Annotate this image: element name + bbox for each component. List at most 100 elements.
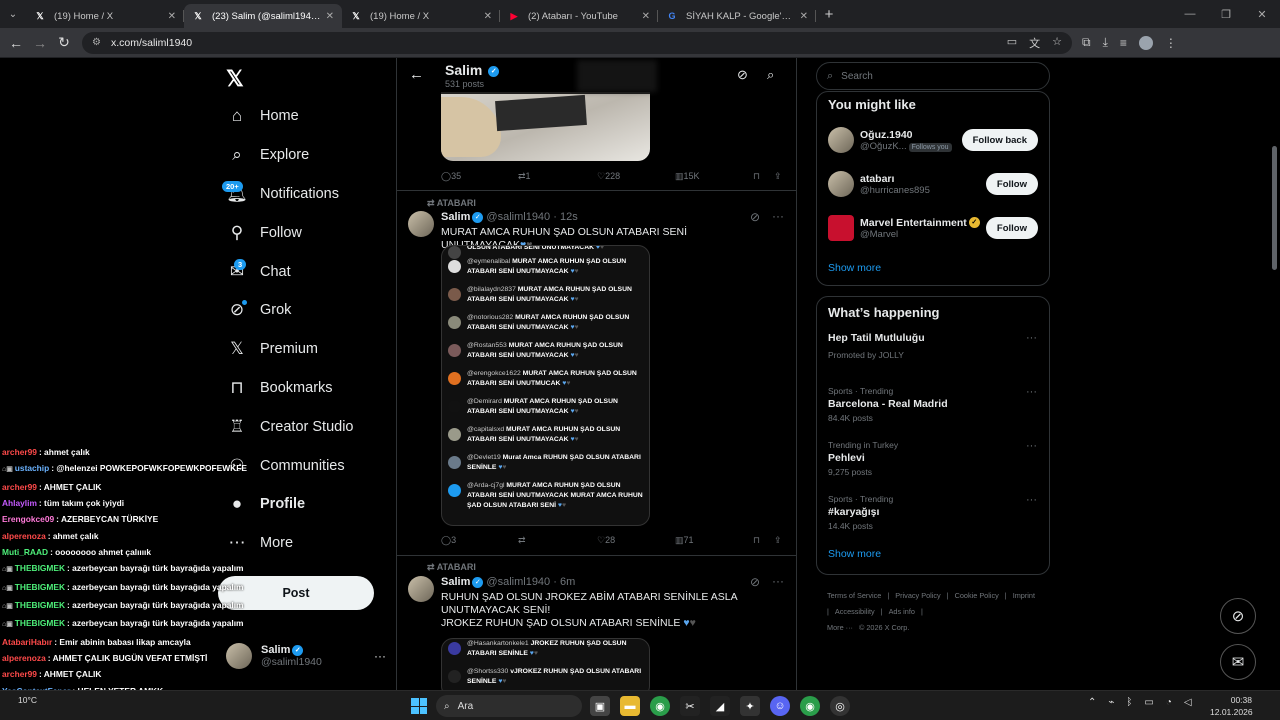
nav-item-chat[interactable]: ✉ Chat 3 (222, 252, 392, 291)
tab-search-icon[interactable]: ⌄ (0, 0, 26, 28)
bookmark-icon[interactable]: ⊓ (753, 171, 760, 182)
profile-avatar[interactable] (1138, 35, 1153, 50)
suggested-account[interactable]: atabarı @hurricanes895 Follow (817, 162, 1049, 206)
back-arrow-icon[interactable]: ← (409, 66, 424, 83)
forward-icon[interactable]: → (28, 35, 52, 51)
nav-item-home[interactable]: ⌂ Home (222, 97, 392, 136)
discord-icon[interactable]: ☺ (770, 696, 790, 716)
chrome-menu-icon[interactable]: ⋮ (1165, 36, 1177, 50)
tweet-author[interactable]: Salim (441, 211, 470, 223)
close-window-icon[interactable]: ✕ (1244, 8, 1280, 21)
extensions-icon[interactable]: ⧉ (1082, 35, 1091, 50)
trend-item[interactable]: Sports · Trending Barcelona - Real Madrid… (817, 386, 1049, 440)
media-image[interactable]: @Hasankartonkele1 JROKEZ RUHUN ŞAD OLSUN… (441, 638, 650, 690)
volume-icon[interactable]: ◁ (1184, 697, 1192, 708)
repost-button[interactable]: ⇄ (518, 535, 526, 546)
suggested-account[interactable]: Marvel Entertainment ✓ @Marvel Follow (817, 206, 1049, 250)
nav-item-grok[interactable]: ⊘ Grok (222, 291, 392, 330)
new-tab-button[interactable]: + (816, 4, 842, 28)
nav-item-follow[interactable]: ⚲ Follow (222, 213, 392, 252)
settings-icon[interactable]: ✦ (740, 696, 760, 716)
grok-icon[interactable]: ⊘ (737, 67, 748, 83)
taskbar-clock[interactable]: 00:38 12.01.2026 (1210, 694, 1253, 718)
show-more-link[interactable]: Show more (817, 250, 1049, 284)
views-count[interactable]: ▥ 15K (675, 171, 700, 182)
like-button[interactable]: ♡ 228 (597, 171, 620, 182)
trend-item[interactable]: Hep Tatil Mutluluğu Promoted by JOLLY ··· (817, 332, 1049, 386)
capcut-icon[interactable]: ✂ (680, 696, 700, 716)
show-more-link[interactable]: Show more (817, 548, 1049, 570)
close-tab-icon[interactable]: ✕ (484, 11, 492, 22)
footer-link[interactable]: Terms of Service (827, 591, 881, 600)
repost-button[interactable]: ⇄ 1 (518, 171, 531, 182)
chevron-up-icon[interactable]: ⌃ (1088, 697, 1096, 708)
x-logo-icon[interactable]: 𝕏 (226, 66, 244, 92)
nav-item-bookmarks[interactable]: ⊓ Bookmarks (222, 369, 392, 408)
reload-icon[interactable]: ↻ (52, 34, 76, 51)
nav-item-creator-studio[interactable]: ♖ Creator Studio (222, 407, 392, 446)
follow-button[interactable]: Follow back (961, 129, 1038, 151)
close-tab-icon[interactable]: ✕ (168, 11, 176, 22)
task-view-icon[interactable]: ▣ (590, 696, 610, 716)
nav-item-explore[interactable]: ⌕ Explore (222, 136, 392, 175)
cast-icon[interactable]: ▭ (1007, 35, 1017, 51)
display-icon[interactable]: ▭ (1144, 697, 1153, 708)
share-icon[interactable]: ⇪ (774, 535, 782, 546)
reading-list-icon[interactable]: ≡ (1120, 36, 1127, 50)
like-button[interactable]: ♡ 28 (597, 535, 615, 546)
close-tab-icon[interactable]: ✕ (800, 11, 808, 22)
taskbar-search[interactable]: ⌕ Ara (436, 695, 582, 717)
file-explorer-icon[interactable]: ▬ (620, 696, 640, 716)
footer-link[interactable]: Accessibility (835, 607, 875, 616)
footer-link[interactable]: More ··· (827, 623, 853, 632)
back-icon[interactable]: ← (4, 35, 28, 51)
suggested-account[interactable]: Oğuz.1940 @OğuzK... Follows you Follow back (817, 118, 1049, 162)
restore-icon[interactable]: ❐ (1208, 8, 1244, 21)
media-image[interactable] (441, 92, 650, 161)
footer-link[interactable]: Privacy Policy (895, 591, 940, 600)
footer-link[interactable]: Ads info (889, 607, 915, 616)
grok-icon[interactable]: ⊘ (750, 575, 760, 589)
avatar[interactable] (408, 211, 434, 237)
messages-fab-icon[interactable]: ✉ (1220, 644, 1256, 680)
obs-icon[interactable]: ◎ (830, 696, 850, 716)
reply-button[interactable]: ◯ 35 (441, 171, 461, 182)
tab-3[interactable]: 𝕏 (19) Home / X ✕ (342, 4, 500, 28)
address-bar[interactable]: ⚙ x.com/saliml1940 ▭ 文 ☆ (82, 31, 1072, 54)
nav-item-premium[interactable]: 𝕏 Premium (222, 330, 392, 369)
grok-icon[interactable]: ⊘ (750, 210, 760, 224)
views-count[interactable]: ▥ 71 (675, 535, 694, 546)
more-icon[interactable]: ··· (1026, 494, 1037, 506)
reply-button[interactable]: ◯ 3 (441, 535, 456, 546)
follow-button[interactable]: Follow (985, 173, 1038, 195)
more-icon[interactable]: ··· (772, 574, 784, 588)
translate-icon[interactable]: 文 (1029, 35, 1040, 51)
footer-link[interactable]: Imprint (1013, 591, 1035, 600)
tab-5[interactable]: G SİYAH KALP - Google'da Ara ✕ (658, 4, 816, 28)
trend-item[interactable]: Sports · Trending #karyağışı 14.4K posts ··… (817, 494, 1049, 548)
follow-button[interactable]: Follow (985, 217, 1038, 239)
tab-4[interactable]: ▶ (2) Atabarı - YouTube ✕ (500, 4, 658, 28)
tab-2[interactable]: 𝕏 (23) Salim (@saliml1940) / X ✕ (184, 4, 342, 28)
search-icon[interactable]: ⌕ (767, 67, 774, 83)
trend-item[interactable]: Trending in Turkey Pehlevi 9,275 posts ··· (817, 440, 1049, 494)
more-icon[interactable]: ··· (374, 649, 386, 663)
close-tab-icon[interactable]: ✕ (642, 11, 650, 22)
share-icon[interactable]: ⇪ (774, 171, 782, 182)
close-tab-icon[interactable]: ✕ (326, 11, 334, 22)
tweet-author[interactable]: Salim (441, 576, 470, 588)
avatar[interactable] (408, 576, 434, 602)
wifi-icon[interactable]: ◔ (1166, 697, 1172, 708)
scrollbar[interactable] (1271, 58, 1279, 690)
more-icon[interactable]: ··· (1026, 440, 1037, 452)
footer-link[interactable]: © 2026 X Corp. (859, 623, 909, 632)
download-icon[interactable]: ⤓ (1103, 35, 1108, 50)
windows-start-icon[interactable] (411, 698, 427, 714)
network-icon[interactable]: ⌁ (1108, 697, 1114, 708)
chrome-icon[interactable]: ◉ (650, 696, 670, 716)
bluetooth-icon[interactable]: ᛒ (1126, 697, 1132, 708)
media-image[interactable]: OLSUN ATABARI SENİ UNUTMAYACAK ♥♥ @eymena… (441, 245, 650, 526)
more-icon[interactable]: ··· (1026, 386, 1037, 398)
weather-widget[interactable]: 10°C (18, 695, 37, 705)
tab-1[interactable]: 𝕏 (19) Home / X ✕ (26, 4, 184, 28)
